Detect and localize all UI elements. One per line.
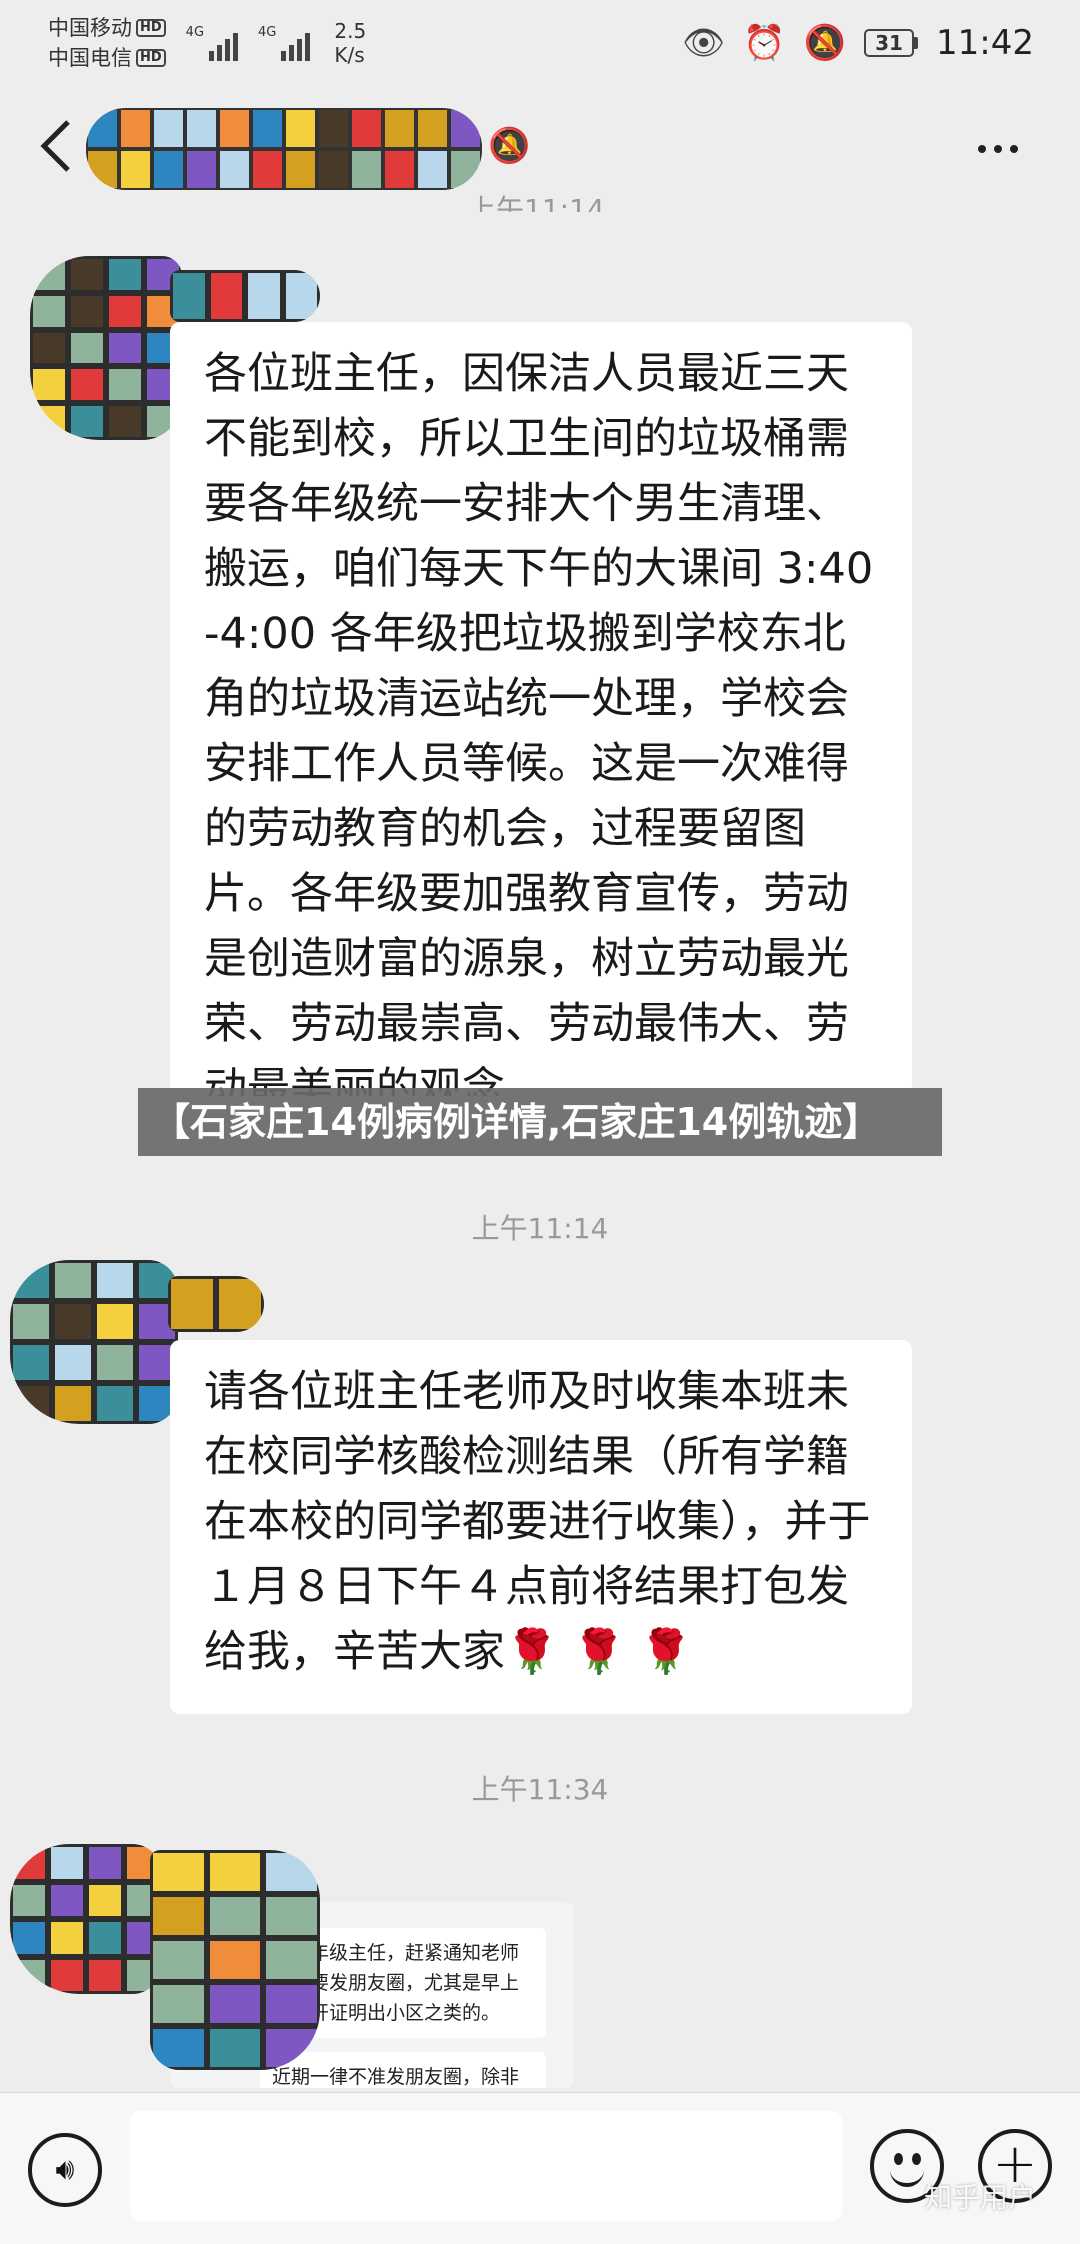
chat-title-redacted [86, 108, 482, 190]
time-divider: 上午11:14 [468, 193, 605, 212]
time-divider: 上午11:34 [471, 1773, 609, 1806]
status-time: 11:42 [936, 23, 1034, 63]
watermark: 知乎用户 [924, 2181, 1037, 2214]
headline-overlay: 【石家庄14例病例详情,石家庄14例轨迹】 [138, 1088, 942, 1156]
voice-icon[interactable]: 🔊︎ [28, 2133, 102, 2207]
status-bar: 中国移动 HD 中国电信 HD 4G 4G 2.5 K/s 👁 ⏰ 🔕 31 11:4… [0, 0, 1080, 86]
input-bar: 🔊︎ + [0, 2092, 1080, 2244]
time-divider: 上午11:14 [471, 1212, 609, 1245]
bell-off-icon: 🔕 [488, 126, 531, 166]
avatar [170, 270, 320, 322]
avatar[interactable] [10, 1260, 178, 1424]
rose-emoji: 🌹 🌹 🌹 [505, 1627, 693, 1677]
carrier-2: 中国电信 HD [48, 45, 166, 71]
alarm-icon: ⏰ [743, 23, 786, 63]
image-text: 近期一律不准发朋友圈，除非 [260, 2052, 546, 2088]
avatar [150, 1850, 320, 2070]
message-bubble[interactable]: 请各位班主任老师及时收集本班未在校同学核酸检测结果（所有学籍在本校的同学都要进行… [170, 1340, 912, 1714]
avatar[interactable] [10, 1844, 162, 1994]
eye-icon: 👁 [682, 23, 726, 63]
bell-off-icon: 🔕 [803, 23, 847, 63]
avatar [168, 1276, 264, 1332]
signal-icon: 4G [186, 25, 239, 61]
chevron-left-icon[interactable] [34, 116, 82, 176]
carrier-info: 中国移动 HD 中国电信 HD 4G 4G 2.5 K/s [48, 15, 366, 71]
battery-icon: 31 [864, 29, 919, 57]
message-bubble[interactable]: 各位班主任，因保洁人员最近三天不能到校，所以卫生间的垃圾桶需要各年级统一安排大个… [170, 322, 912, 1096]
network-speed: 2.5 K/s [334, 19, 367, 67]
signal-icon: 4G [258, 25, 311, 61]
avatar[interactable] [30, 256, 182, 440]
more-dots-icon[interactable] [978, 145, 1018, 153]
message-input[interactable] [130, 2111, 842, 2221]
carrier-1: 中国移动 HD [48, 15, 166, 41]
